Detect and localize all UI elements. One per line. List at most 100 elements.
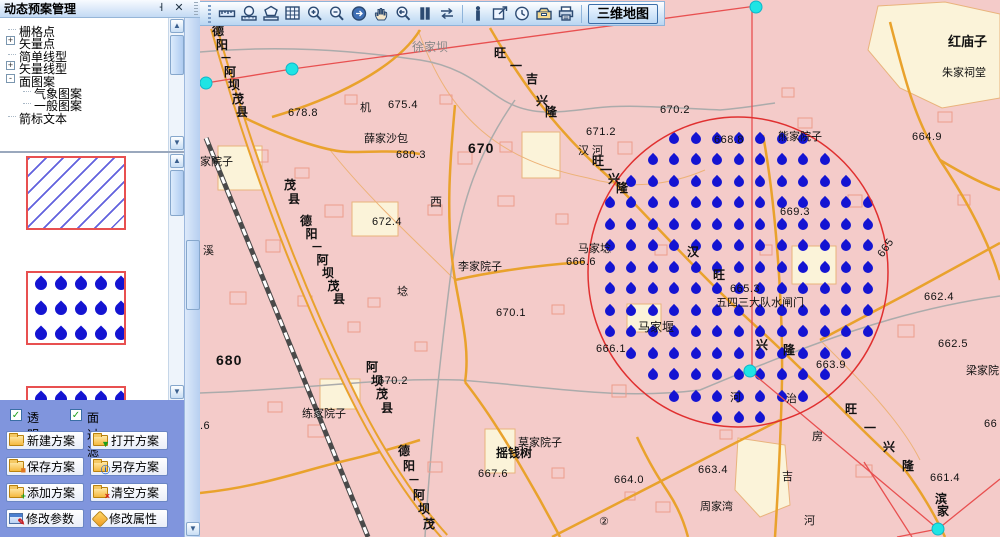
folder-save-icon: ■ (9, 461, 24, 472)
vertex-marker[interactable] (750, 1, 762, 13)
tree-connector (23, 91, 31, 92)
plan-annotation-overlay (200, 0, 1000, 537)
tree-connector (8, 29, 16, 30)
toolbar-grip[interactable] (208, 5, 211, 23)
swatch-scroll-thumb[interactable] (170, 170, 184, 216)
scroll-up-icon[interactable]: ▲ (170, 19, 184, 33)
zoom-in-icon[interactable] (304, 4, 326, 24)
button-label: 另存方案 (111, 458, 159, 475)
button-修改参数[interactable]: ✎修改参数 (6, 509, 84, 528)
drop-glyph (113, 276, 126, 293)
print-icon[interactable] (555, 4, 577, 24)
button-label: 打开方案 (111, 432, 159, 449)
drop-glyph (53, 326, 70, 343)
toolbar-separator (462, 5, 463, 23)
drop-glyph (93, 326, 110, 343)
swatch-scrollbar[interactable]: ▲ ▼ (168, 153, 184, 400)
plan-red-line (938, 479, 1000, 529)
vertex-marker[interactable] (932, 523, 944, 535)
drop-glyph (73, 391, 90, 400)
plan-region-outline[interactable] (588, 117, 888, 427)
folder-add-icon: + (9, 487, 24, 498)
swap-icon[interactable] (436, 4, 458, 24)
expand-icon[interactable]: + (6, 61, 15, 70)
button-label: 清空方案 (111, 484, 159, 501)
scroll-down-icon[interactable]: ▼ (170, 385, 184, 399)
button-label: 修改参数 (26, 510, 74, 527)
outer-scroll-thumb[interactable] (186, 240, 200, 310)
button-label: 保存方案 (27, 458, 75, 475)
scroll-down-icon[interactable]: ▼ (170, 136, 184, 150)
application-window: 徐家坝678.8机675.4薛家沙包680.3670671.2汉 河670.26… (0, 0, 1000, 537)
grid-icon[interactable] (282, 4, 304, 24)
plan-controls-panel: ✓透明✓面过滤 ▫新建方案▼打开方案■保存方案ⓘ另存方案+添加方案×清空方案✎修… (0, 400, 184, 537)
panel-drag-grip[interactable] (194, 2, 198, 16)
drop-glyph (93, 276, 110, 293)
folder-saveas-icon: ⓘ (93, 461, 108, 472)
tree-connector (8, 116, 16, 117)
scroll-down-icon[interactable]: ▼ (186, 522, 200, 536)
button-修改属性[interactable]: 修改属性 (90, 509, 168, 528)
checkbox-icon[interactable]: ✓ (10, 409, 22, 421)
plan-red-line (750, 371, 938, 529)
measure-circle-icon[interactable] (238, 4, 260, 24)
pan-hand-icon[interactable] (370, 4, 392, 24)
layer-tree: 栅格点+矢量点简单线型+矢量线型-面图案气象图案一般图案箭标文本 (0, 18, 168, 151)
pattern-swatch-drops[interactable] (26, 386, 126, 400)
button-label: 新建方案 (27, 432, 75, 449)
drop-glyph (73, 326, 90, 343)
map-canvas[interactable]: 徐家坝678.8机675.4薛家沙包680.3670671.2汉 河670.26… (200, 0, 1000, 537)
plan-manager-panel: 动态预案管理 ˧ ✕ 栅格点+矢量点简单线型+矢量线型-面图案气象图案一般图案箭… (0, 0, 200, 537)
pattern-swatch-list (0, 153, 168, 400)
button-添加方案[interactable]: +添加方案 (6, 483, 84, 502)
clock-icon[interactable] (511, 4, 533, 24)
drop-glyph (53, 301, 70, 318)
edit-props-icon (92, 510, 109, 527)
tree-connector (8, 54, 16, 55)
button-label: 添加方案 (27, 484, 75, 501)
vertex-marker[interactable] (200, 77, 212, 89)
drop-glyph (113, 301, 126, 318)
drop-glyph (33, 276, 50, 293)
plan-red-line (200, 69, 292, 84)
pin-icon[interactable]: ˧ (154, 2, 168, 16)
zoom-full-icon[interactable] (348, 4, 370, 24)
tree-connector (23, 103, 31, 104)
button-清空方案[interactable]: ×清空方案 (90, 483, 168, 502)
pause-icon[interactable] (414, 4, 436, 24)
drop-glyph (73, 301, 90, 318)
button-label: 修改属性 (109, 510, 157, 527)
export-icon[interactable] (489, 4, 511, 24)
folder-new-icon: ▫ (9, 435, 24, 446)
vertex-marker[interactable] (744, 365, 756, 377)
tree-item-label: 箭标文本 (19, 110, 67, 127)
pattern-swatch-hatch[interactable] (26, 156, 126, 230)
expand-icon[interactable]: + (6, 36, 15, 45)
vertex-marker[interactable] (286, 63, 298, 75)
button-另存方案[interactable]: ⓘ另存方案 (90, 457, 168, 476)
drop-glyph (33, 326, 50, 343)
collapse-icon[interactable]: - (6, 74, 15, 83)
drop-glyph (53, 276, 70, 293)
pattern-swatch-drops[interactable] (26, 271, 126, 345)
zoom-out-icon[interactable] (326, 4, 348, 24)
button-打开方案[interactable]: ▼打开方案 (90, 431, 168, 450)
info-icon[interactable] (467, 4, 489, 24)
scroll-up-icon[interactable]: ▲ (170, 154, 184, 168)
tree-scroll-thumb[interactable] (170, 35, 184, 75)
map-toolbar: 三维地图 (200, 1, 665, 26)
close-icon[interactable]: ✕ (172, 2, 186, 16)
measure-distance-icon[interactable] (216, 4, 238, 24)
measure-polygon-icon[interactable] (260, 4, 282, 24)
folder-clear-icon: × (93, 487, 108, 498)
zoom-back-icon[interactable] (392, 4, 414, 24)
button-新建方案[interactable]: ▫新建方案 (6, 431, 84, 450)
panel-outer-scrollbar[interactable]: ▼ (184, 18, 200, 537)
checkbox-icon[interactable]: ✓ (70, 409, 82, 421)
tree-scrollbar[interactable]: ▲ ▼ (168, 18, 184, 151)
map-3d-button[interactable]: 三维地图 (588, 4, 658, 24)
button-保存方案[interactable]: ■保存方案 (6, 457, 84, 476)
archive-icon[interactable] (533, 4, 555, 24)
drop-glyph (93, 301, 110, 318)
drop-glyph (33, 391, 50, 400)
